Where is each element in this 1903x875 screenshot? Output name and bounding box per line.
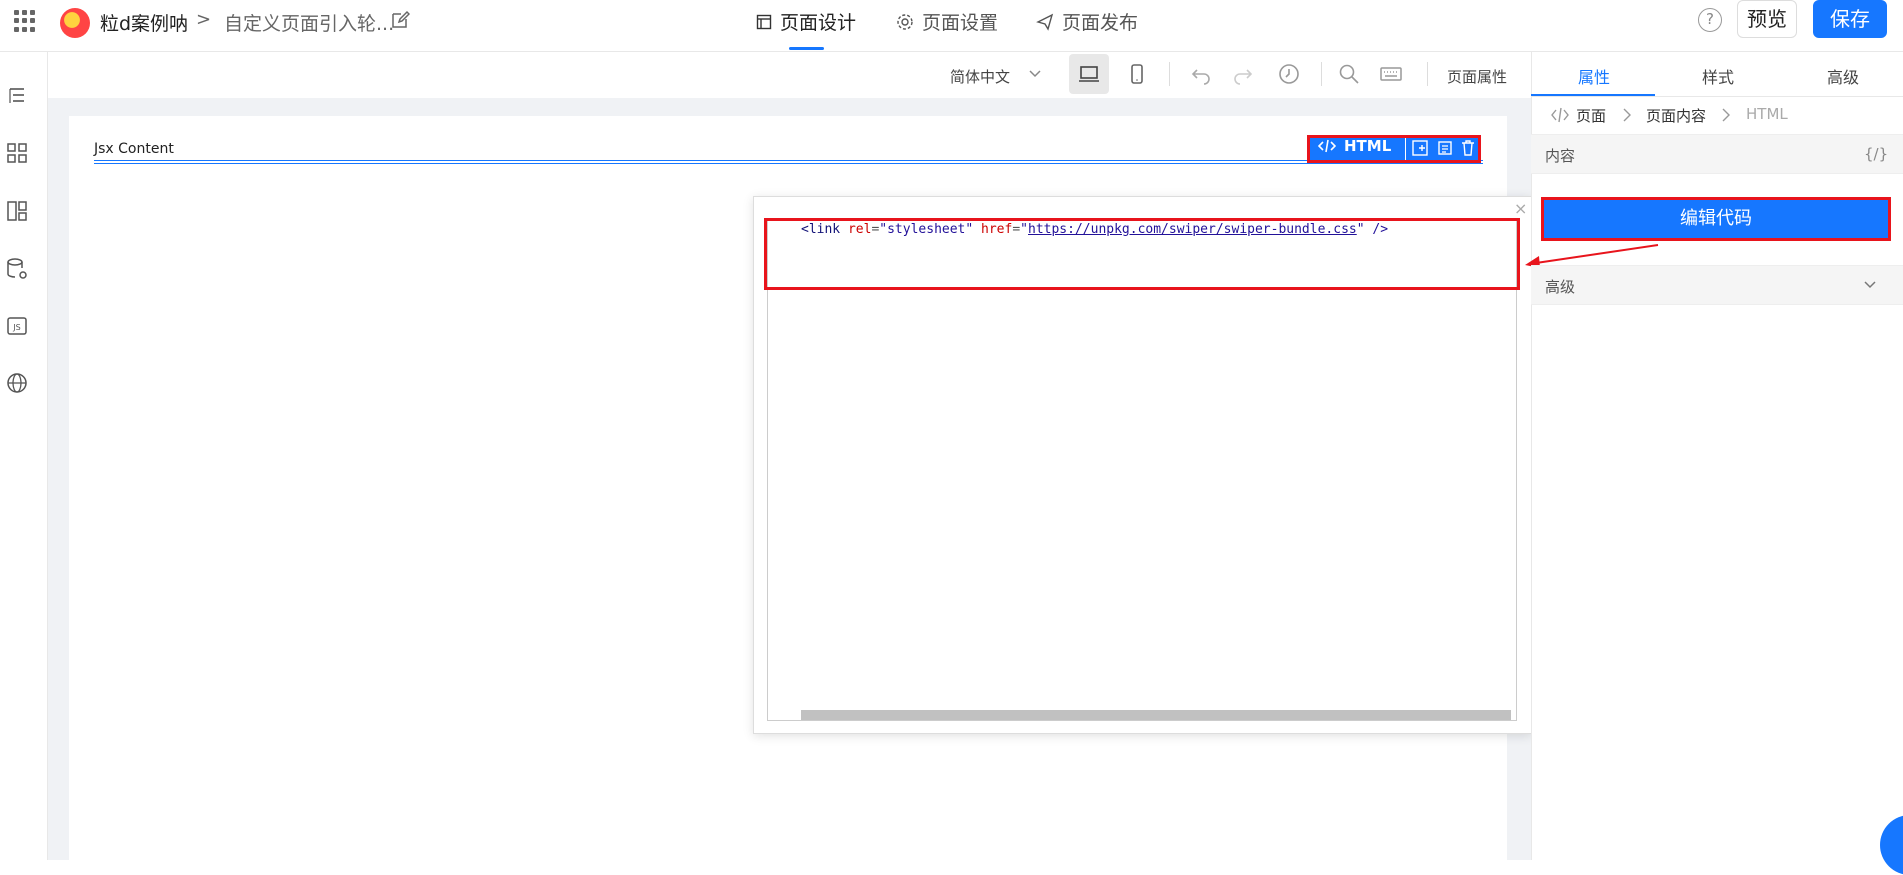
breadcrumb-page[interactable]: 页面 (1576, 105, 1606, 126)
outline-tree-icon[interactable] (4, 83, 30, 109)
mobile-view-icon[interactable] (1125, 62, 1149, 86)
keyboard-icon[interactable] (1379, 62, 1403, 86)
editor-horizontal-scrollbar[interactable] (801, 710, 1511, 720)
layout-template-icon[interactable] (4, 198, 30, 224)
breadcrumb-separator: > (196, 9, 212, 30)
chevron-right-icon (1722, 108, 1730, 122)
advanced-section-header[interactable] (1531, 265, 1903, 305)
tab-page-publish-label: 页面发布 (1062, 12, 1139, 34)
language-select[interactable]: 简体中文 (950, 66, 1010, 87)
app-logo (60, 8, 90, 38)
variable-binding-icon[interactable]: {/} (1864, 145, 1888, 163)
selected-component-outline[interactable] (94, 160, 1483, 164)
advanced-section-title: 高级 (1545, 278, 1576, 296)
code-editor[interactable] (767, 218, 1517, 721)
history-clock-icon[interactable] (1277, 62, 1301, 86)
page-name[interactable]: 自定义页面引入轮... (224, 9, 394, 36)
components-grid-icon[interactable] (4, 140, 30, 166)
page-properties-button[interactable]: 页面属性 (1447, 66, 1507, 87)
breadcrumb-page-content[interactable]: 页面内容 (1646, 105, 1706, 126)
toolbar-divider (1427, 62, 1428, 86)
database-settings-icon[interactable] (4, 256, 30, 282)
redo-icon[interactable] (1231, 62, 1255, 86)
tab-page-publish[interactable]: 页面发布 (1036, 8, 1138, 35)
edit-icon[interactable] (390, 10, 410, 30)
code-icon (1551, 107, 1569, 123)
toolbar-divider (1169, 62, 1170, 86)
search-icon[interactable] (1337, 62, 1361, 86)
annotation-box-button (1541, 197, 1891, 241)
annotation-box-badge (1307, 135, 1481, 163)
tab-properties[interactable]: 属性 (1578, 64, 1610, 88)
tab-page-design[interactable]: 页面设计 (756, 8, 856, 35)
help-icon[interactable]: ? (1698, 8, 1722, 32)
right-tabs-border (1531, 96, 1903, 97)
tab-page-settings[interactable]: 页面设置 (896, 8, 998, 35)
jsx-content-label[interactable]: Jsx Content (94, 141, 174, 157)
desktop-view-icon[interactable] (1077, 62, 1101, 86)
layout-icon (756, 14, 772, 29)
app-name[interactable]: 粒d案例呐 (100, 9, 188, 36)
tab-page-design-label: 页面设计 (780, 12, 857, 34)
active-tab-indicator (789, 47, 824, 50)
chevron-down-icon[interactable] (1862, 276, 1878, 292)
gear-icon (897, 13, 913, 30)
content-section-title: 内容 (1545, 147, 1576, 165)
breadcrumb-html: HTML (1746, 105, 1788, 123)
tab-styles[interactable]: 样式 (1702, 64, 1734, 88)
left-sidebar (0, 52, 48, 860)
chevron-right-icon (1623, 108, 1631, 122)
tab-page-settings-label: 页面设置 (922, 12, 999, 34)
send-icon (1036, 13, 1054, 31)
annotation-box-editor (764, 218, 1520, 290)
content-section-header (1531, 134, 1903, 174)
chevron-down-icon[interactable] (1026, 64, 1044, 82)
preview-button[interactable]: 预览 (1737, 0, 1797, 38)
svg-text:JS: JS (12, 323, 20, 332)
save-button[interactable]: 保存 (1813, 0, 1887, 38)
undo-icon[interactable] (1189, 62, 1213, 86)
globe-icon[interactable] (4, 370, 30, 396)
tab-advanced[interactable]: 高级 (1827, 64, 1859, 88)
canvas-toolbar (48, 52, 1531, 98)
toolbar-divider (1321, 62, 1322, 86)
app-grid-icon[interactable] (14, 10, 36, 32)
close-icon[interactable]: × (1514, 199, 1527, 218)
javascript-icon[interactable]: JS (4, 313, 30, 339)
